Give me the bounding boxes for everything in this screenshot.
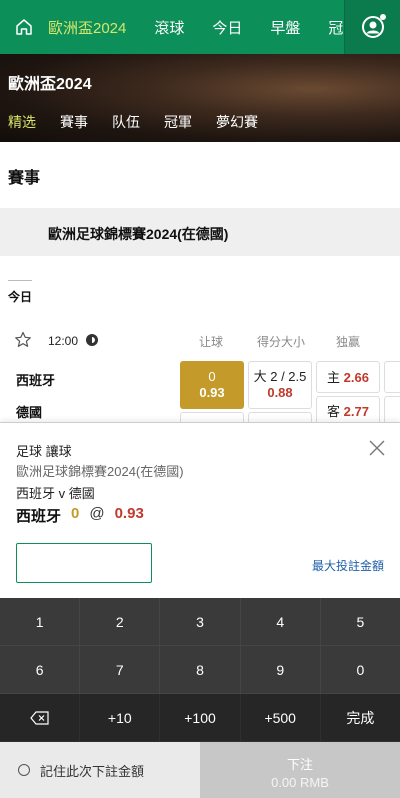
slip-market: 足球 讓球 [16, 444, 72, 459]
clock-icon [86, 334, 98, 346]
top-nav: 歐洲盃2024 滾球 今日 早盤 冠 [0, 0, 400, 54]
slip-pick-odds: 0.93 [114, 505, 144, 522]
keypad-row: 6 7 8 9 0 [0, 646, 400, 694]
remember-stake-toggle[interactable]: 記住此次下註金額 [0, 742, 200, 798]
key-plus-10[interactable]: +10 [80, 694, 161, 742]
key-3[interactable]: 3 [160, 598, 241, 646]
nav-tab-today[interactable]: 今日 [212, 17, 242, 38]
keypad-row: 1 2 3 4 5 [0, 598, 400, 646]
header-over-under: 得分大小 [257, 335, 306, 349]
numeric-keypad: 1 2 3 4 5 6 7 8 9 0 +10 +100 +500 完成 [0, 598, 400, 742]
league-name: 歐洲足球錦標賽2024(在德國) [48, 226, 229, 242]
key-0[interactable]: 0 [320, 646, 400, 694]
key-1[interactable]: 1 [0, 598, 81, 646]
section-title: 賽事 [8, 170, 41, 187]
done-key[interactable]: 完成 [320, 694, 400, 742]
slip-at: @ [89, 505, 105, 522]
key-7[interactable]: 7 [80, 646, 161, 694]
favorite-star-icon[interactable] [14, 331, 32, 349]
banner-title: 歐洲盃2024 [8, 76, 92, 93]
nav-tab-outright[interactable]: 冠 [328, 17, 343, 38]
radio-icon [18, 764, 30, 776]
home-icon[interactable] [0, 0, 48, 54]
key-plus-100[interactable]: +100 [160, 694, 241, 742]
tournament-banner: 歐洲盃2024 精选 賽事 队伍 冠軍 夢幻賽 [0, 54, 400, 142]
bet-slip: 足球 讓球 歐洲足球錦標賽2024(在德國) 西班牙 v 德國 西班牙 0 @ … [0, 422, 400, 598]
subtab-champion[interactable]: 冠軍 [164, 112, 192, 132]
place-bet-label: 下注 [286, 757, 313, 772]
footer-bar: 記住此次下註金額 下注 0.00 RMB [0, 742, 400, 798]
subtab-featured[interactable]: 精选 [8, 112, 36, 132]
key-8[interactable]: 8 [160, 646, 241, 694]
remember-stake-label: 記住此次下註金額 [40, 763, 145, 779]
key-plus-500[interactable]: +500 [240, 694, 321, 742]
key-5[interactable]: 5 [320, 598, 400, 646]
slip-pick-line: 0 [71, 505, 80, 522]
moneyline-draw-odds[interactable] [384, 361, 400, 393]
max-stake-link[interactable]: 最大投註金額 [312, 557, 384, 574]
place-bet-button[interactable]: 下注 0.00 RMB [200, 742, 400, 798]
sub-tabs: 精选 賽事 队伍 冠軍 夢幻賽 [8, 112, 282, 132]
handicap-home-odds[interactable]: 0 0.93 [180, 361, 244, 409]
slip-league: 歐洲足球錦標賽2024(在德國) [16, 464, 184, 479]
close-icon[interactable] [368, 439, 386, 457]
slip-selection: 西班牙 0 @ 0.93 [16, 505, 144, 526]
key-2[interactable]: 2 [80, 598, 161, 646]
subtab-matches[interactable]: 賽事 [60, 112, 88, 132]
moneyline-home-odds[interactable]: 主 2.66 [316, 361, 380, 393]
slip-pick-team: 西班牙 [16, 508, 62, 525]
home-team: 西班牙 [16, 373, 56, 388]
key-9[interactable]: 9 [240, 646, 321, 694]
place-bet-amount: 0.00 RMB [271, 775, 329, 790]
nav-tab-live[interactable]: 滾球 [154, 17, 184, 38]
header-moneyline: 独赢 [336, 335, 361, 349]
day-label: 今日 [8, 280, 33, 305]
backspace-key[interactable] [0, 694, 81, 742]
nav-tab-early[interactable]: 早盤 [270, 17, 300, 38]
match-time: 12:00 [48, 334, 79, 348]
over-odds[interactable]: 大 2 / 2.5 0.88 [248, 361, 312, 409]
away-team: 德國 [16, 405, 43, 420]
key-6[interactable]: 6 [0, 646, 81, 694]
league-header[interactable]: 歐洲足球錦標賽2024(在德國) [0, 208, 400, 256]
keypad-row: +10 +100 +500 完成 [0, 694, 400, 742]
subtab-fantasy[interactable]: 夢幻賽 [216, 112, 258, 132]
backspace-icon [29, 710, 49, 725]
key-4[interactable]: 4 [240, 598, 321, 646]
notification-dot [380, 14, 386, 20]
account-button[interactable] [344, 0, 400, 54]
slip-match: 西班牙 v 德國 [16, 486, 95, 501]
nav-tab-euro[interactable]: 歐洲盃2024 [48, 17, 126, 38]
header-handicap: 让球 [199, 335, 224, 349]
subtab-teams[interactable]: 队伍 [112, 112, 140, 132]
stake-input[interactable] [16, 543, 152, 583]
